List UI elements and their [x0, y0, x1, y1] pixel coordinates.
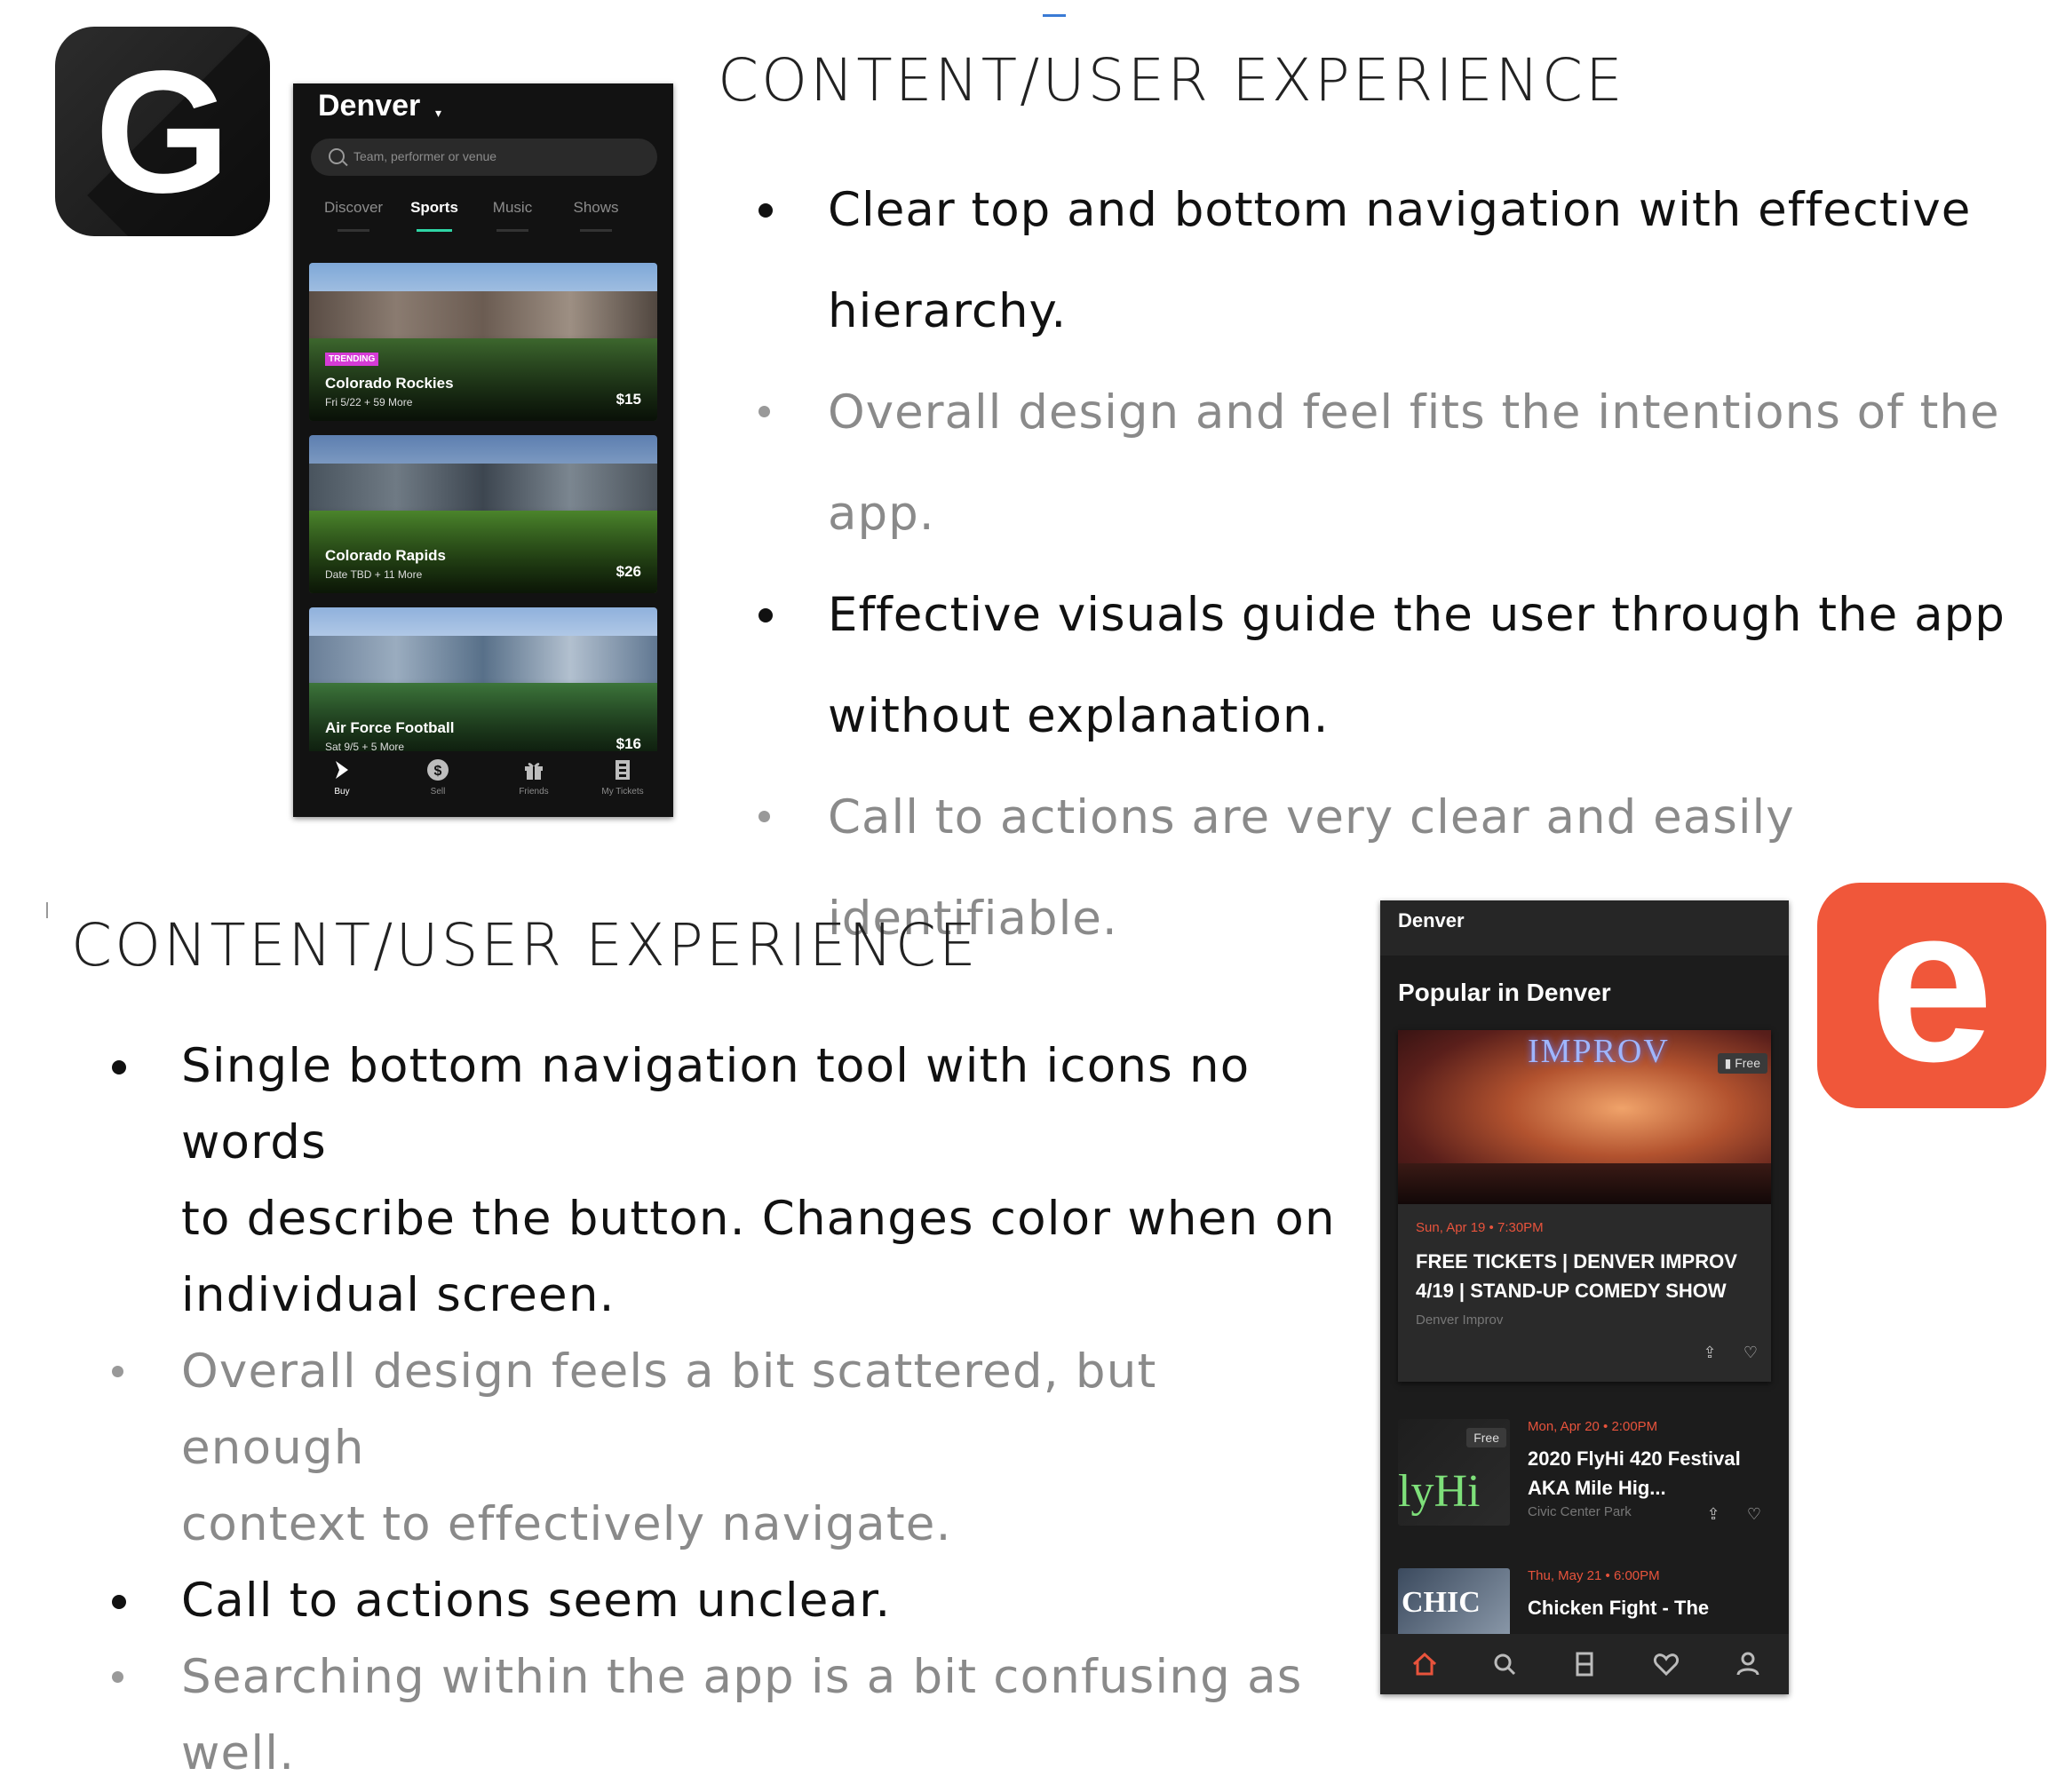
bullet-item: Overall design and feel fits the intenti… [758, 362, 2036, 565]
nav-friends[interactable]: Friends [494, 758, 574, 797]
search-icon [329, 148, 345, 164]
bullet-continuation: without explanation. [828, 689, 1330, 743]
dollar-coin-icon: $ [427, 759, 449, 781]
event-price: $26 [616, 563, 641, 580]
gametime-logo-letter: G [94, 34, 231, 229]
bottom-navigation [1380, 1634, 1789, 1694]
event-card-rockies[interactable]: TRENDING Colorado Rockies Fri 5/22 + 59 … [309, 263, 657, 421]
event-price: $16 [616, 735, 641, 752]
search-placeholder: Team, performer or venue [353, 149, 497, 163]
event-name: Colorado Rapids [325, 547, 447, 564]
bullet-item: Clear top and bottom navigation with eff… [758, 160, 2036, 261]
gametime-phone-screenshot: Denver ▾ Team, performer or venue Discov… [293, 83, 673, 817]
home-icon[interactable] [1407, 1646, 1442, 1682]
gametime-logo-icon: G [55, 27, 270, 236]
event-card-air-force[interactable]: Air Force Football Sat 9/5 + 5 More $16 [309, 607, 657, 765]
bullet-continuation: hierarchy. [828, 284, 1068, 338]
city-selector[interactable]: Denver [318, 89, 420, 123]
event-datetime: Sun, Apr 19 • 7:30PM [1416, 1220, 1544, 1235]
search-input[interactable]: Team, performer or venue [311, 139, 657, 176]
bullet-continuation: individual screen. [181, 1268, 616, 1322]
event-price: $15 [616, 391, 641, 408]
share-icon[interactable]: ⇪ [1705, 1506, 1721, 1522]
bullet-item: Overall design feels a bit scattered, bu… [112, 1334, 1354, 1487]
share-icon[interactable]: ⇪ [1702, 1344, 1718, 1360]
bullet-continuation: to describe the button. Changes color wh… [181, 1192, 1336, 1246]
event-date: Date TBD + 11 More [325, 568, 423, 581]
event-title: Chicken Fight - The [1528, 1597, 1710, 1619]
bullet-item: Call to actions seem unclear. [112, 1563, 1354, 1639]
bottom-navigation: Buy $ Sell Friends My Tickets [293, 751, 673, 817]
trending-badge: TRENDING [325, 353, 379, 366]
eventbrite-logo-letter: e [1870, 883, 1994, 1107]
gift-icon [525, 763, 543, 780]
thumbnail-text: lyHi [1398, 1466, 1481, 1517]
bullet-item: Effective visuals guide the user through… [758, 565, 2036, 666]
event-name: Air Force Football [325, 719, 455, 736]
nav-sell[interactable]: $ Sell [398, 758, 478, 797]
top-bar: Denver [1380, 900, 1789, 955]
heart-icon[interactable]: ♡ [1746, 1506, 1762, 1522]
featured-event-card[interactable]: IMPROV ▮ Free Sun, Apr 19 • 7:30PM FREE … [1398, 1030, 1771, 1382]
event-datetime: Thu, May 21 • 6:00PM [1528, 1568, 1660, 1583]
bullet-item: Searching within the app is a bit confus… [112, 1639, 1354, 1792]
bullet-list-top: Clear top and bottom navigation with eff… [758, 160, 2036, 970]
chevron-down-icon[interactable]: ▾ [435, 107, 441, 121]
tab-music[interactable]: Music [481, 199, 544, 232]
free-badge: ▮ Free [1717, 1053, 1767, 1074]
bullet-continuation: context to effectively navigate. [181, 1497, 952, 1551]
bullet-item: Single bottom navigation tool with icons… [112, 1028, 1354, 1181]
event-name: Colorado Rockies [325, 375, 454, 392]
free-badge: Free [1466, 1428, 1506, 1447]
nav-my-tickets[interactable]: My Tickets [583, 758, 663, 797]
section-heading-top: CONTENT/USER EXPERIENCE [718, 46, 1625, 115]
section-heading-bottom: CONTENT/USER EXPERIENCE [71, 911, 979, 979]
event-datetime: Mon, Apr 20 • 2:00PM [1528, 1419, 1658, 1434]
tab-sports[interactable]: Sports [403, 199, 465, 232]
ticket-icon [616, 760, 630, 780]
tab-shows[interactable]: Shows [565, 199, 627, 232]
event-card-rapids[interactable]: Colorado Rapids Date TBD + 11 More $26 [309, 435, 657, 593]
eventbrite-phone-screenshot: Denver Popular in Denver IMPROV ▮ Free S… [1380, 900, 1789, 1694]
heart-icon[interactable]: ♡ [1743, 1344, 1759, 1360]
event-list-item[interactable]: lyHi Free Mon, Apr 20 • 2:00PM 2020 FlyH… [1398, 1419, 1771, 1534]
city-selector[interactable]: Denver [1398, 909, 1465, 932]
improv-sign: IMPROV [1528, 1033, 1670, 1070]
tab-discover[interactable]: Discover [318, 199, 389, 232]
profile-icon[interactable] [1730, 1646, 1766, 1682]
ticket-icon[interactable] [1567, 1646, 1602, 1682]
event-title: 2020 FlyHi 420 Festival AKA Mile Hig... [1528, 1447, 1741, 1499]
eventbrite-logo-icon: e [1817, 883, 2046, 1108]
nav-buy[interactable]: Buy [302, 758, 382, 797]
event-venue: Denver Improv [1416, 1312, 1504, 1328]
search-icon[interactable] [1487, 1646, 1522, 1682]
svg-text:$: $ [434, 764, 442, 779]
decorative-tick [46, 902, 48, 918]
thumbnail-text: CHIC [1402, 1586, 1481, 1619]
event-thumbnail: lyHi Free [1398, 1419, 1510, 1526]
buy-arrow-icon [336, 761, 348, 779]
heart-icon[interactable] [1648, 1646, 1684, 1682]
event-title: FREE TICKETS | DENVER IMPROV 4/19 | STAN… [1416, 1250, 1737, 1302]
event-date: Fri 5/22 + 59 More [325, 396, 413, 408]
bullet-list-bottom: Single bottom navigation tool with icons… [112, 1028, 1354, 1792]
event-venue: Civic Center Park [1528, 1504, 1632, 1519]
decorative-speck [1043, 14, 1066, 17]
section-title: Popular in Denver [1398, 979, 1611, 1006]
